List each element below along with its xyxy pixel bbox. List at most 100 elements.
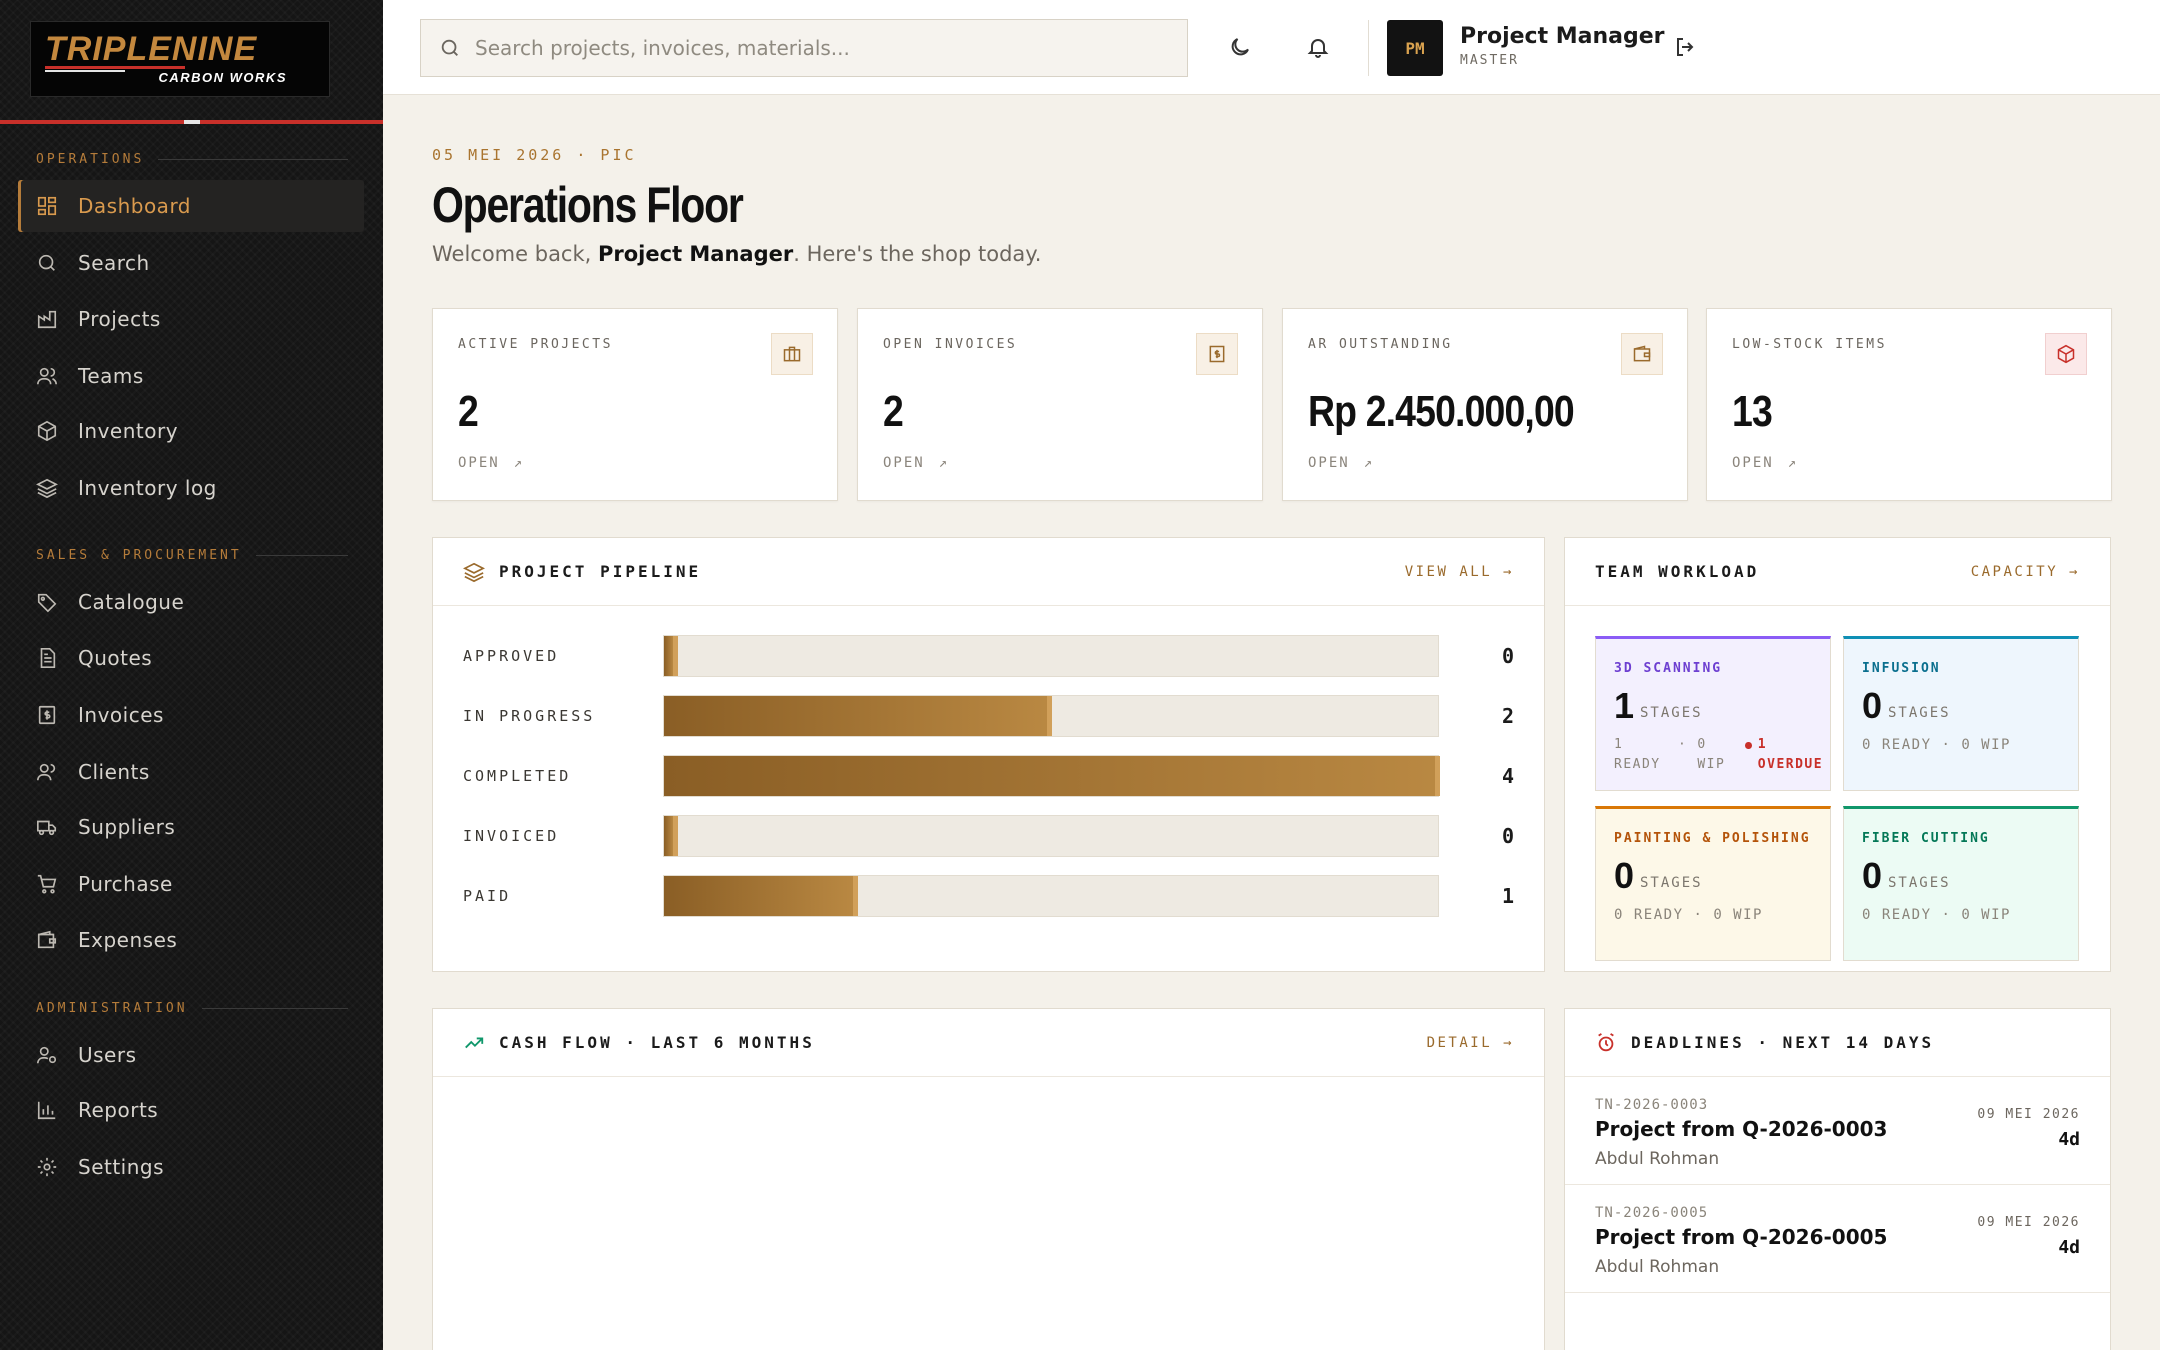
pipeline-row[interactable]: PAID 1 <box>463 875 1514 917</box>
sidebar-item-quotes[interactable]: Quotes <box>18 632 364 684</box>
arrow-up-right-icon: ↗ <box>938 455 950 471</box>
logout-icon <box>1673 35 1697 59</box>
stat-value: Rp 2.450.000,00 <box>1308 387 1575 436</box>
sidebar-item-catalogue[interactable]: Catalogue <box>18 576 364 628</box>
team-stage-count: 0 <box>1614 855 1635 896</box>
panel-header: DEADLINES · NEXT 14 DAYS <box>1565 1009 2110 1077</box>
arrow-up-right-icon: ↗ <box>1787 455 1799 471</box>
logo-stripe <box>45 66 185 69</box>
search-input[interactable] <box>475 36 1155 60</box>
topbar-divider <box>1368 20 1369 76</box>
team-wip: 0 WIP <box>1697 737 1726 772</box>
cash-flow-chart-area <box>433 1077 1544 1350</box>
team-ready: 0 READY <box>1862 907 1932 923</box>
pipeline-row[interactable]: IN PROGRESS 2 <box>463 695 1514 737</box>
stat-card-low-stock[interactable]: LOW-STOCK ITEMS 13 OPEN ↗ <box>1706 308 2112 501</box>
deadline-item[interactable]: TN-2026-0005 Project from Q-2026-0005 Ab… <box>1565 1185 2110 1293</box>
team-stages-label: STAGES <box>1640 705 1703 721</box>
pipeline-row[interactable]: APPROVED 0 <box>463 635 1514 677</box>
sidebar-item-reports[interactable]: Reports <box>18 1084 364 1136</box>
dollar-doc-icon <box>36 704 58 726</box>
team-name: PAINTING & POLISHING <box>1614 831 1811 846</box>
pipeline-bar-track <box>663 755 1440 797</box>
pipeline-bar-track <box>663 695 1439 737</box>
team-overdue-label: 1 OVERDUE <box>1757 737 1824 772</box>
brand-name: TRIPLENINE <box>45 30 258 68</box>
cash-flow-panel: CASH FLOW · LAST 6 MONTHS DETAIL → <box>432 1008 1545 1350</box>
sidebar-item-invoices[interactable]: Invoices <box>18 689 364 741</box>
sidebar-item-label: Inventory log <box>78 476 217 500</box>
bell-icon <box>1306 35 1330 59</box>
team-workload-panel: TEAM WORKLOAD CAPACITY → 3D SCANNING 1 S… <box>1564 537 2111 972</box>
sidebar-item-projects[interactable]: Projects <box>18 293 364 345</box>
deadline-date: 09 MEI 2026 <box>1977 1215 2080 1230</box>
stat-open-link[interactable]: OPEN ↗ <box>458 455 524 471</box>
team-ready: 0 READY <box>1862 737 1932 753</box>
stat-value: 2 <box>883 387 904 436</box>
stat-open-link[interactable]: OPEN ↗ <box>1308 455 1374 471</box>
sidebar-item-label: Dashboard <box>78 194 192 218</box>
section-label-sales: SALES & PROCUREMENT <box>36 548 348 563</box>
team-ready: 1 READY <box>1614 737 1661 772</box>
search-icon <box>36 252 58 274</box>
sidebar-item-label: Quotes <box>78 646 153 670</box>
sidebar-item-expenses[interactable]: Expenses <box>18 914 364 966</box>
team-card-painting-polishing[interactable]: PAINTING & POLISHING 0 STAGES 0 READY · … <box>1595 806 1831 961</box>
sidebar-item-label: Users <box>78 1043 137 1067</box>
stat-value: 13 <box>1732 387 1773 436</box>
pipeline-count: 2 <box>1501 704 1514 728</box>
trending-up-icon <box>463 1032 485 1054</box>
sidebar-item-teams[interactable]: Teams <box>18 350 364 402</box>
stat-card-open-invoices[interactable]: OPEN INVOICES 2 OPEN ↗ <box>857 308 1263 501</box>
sidebar-item-label: Clients <box>78 760 150 784</box>
arrow-up-right-icon: ↗ <box>1363 455 1375 471</box>
sidebar-item-dashboard[interactable]: Dashboard <box>18 180 364 232</box>
pipeline-row[interactable]: INVOICED 0 <box>463 815 1514 857</box>
deadline-item[interactable]: TN-2026-0003 Project from Q-2026-0003 Ab… <box>1565 1077 2110 1185</box>
capacity-link[interactable]: CAPACITY → <box>1971 564 2080 580</box>
sidebar-item-users[interactable]: Users <box>18 1029 364 1081</box>
topbar: PM Project Manager MASTER <box>383 0 2160 95</box>
brand-logo[interactable]: TRIPLENINE CARBON WORKS <box>30 21 330 97</box>
pipeline-count: 1 <box>1501 884 1514 908</box>
team-card-3d-scanning[interactable]: 3D SCANNING 1 STAGES 1 READY · 0 WIP 1 O… <box>1595 636 1831 791</box>
notifications-button[interactable] <box>1301 30 1335 64</box>
search-icon <box>439 37 461 59</box>
sidebar-item-label: Expenses <box>78 928 178 952</box>
team-card-infusion[interactable]: INFUSION 0 STAGES 0 READY · 0 WIP <box>1843 636 2079 791</box>
bar-chart-icon <box>36 1099 58 1121</box>
cart-icon <box>36 873 58 895</box>
team-name: FIBER CUTTING <box>1862 831 1990 846</box>
stat-card-ar-outstanding[interactable]: AR OUTSTANDING Rp 2.450.000,00 OPEN ↗ <box>1282 308 1688 501</box>
stat-label: LOW-STOCK ITEMS <box>1732 337 1887 352</box>
stat-card-active-projects[interactable]: ACTIVE PROJECTS 2 OPEN ↗ <box>432 308 838 501</box>
avatar[interactable]: PM <box>1387 20 1443 76</box>
sidebar-item-settings[interactable]: Settings <box>18 1141 364 1193</box>
detail-link[interactable]: DETAIL → <box>1427 1035 1514 1051</box>
theme-toggle-button[interactable] <box>1223 30 1257 64</box>
sidebar-item-search[interactable]: Search <box>18 237 364 289</box>
deadline-date: 09 MEI 2026 <box>1977 1107 2080 1122</box>
stat-open-link[interactable]: OPEN ↗ <box>1732 455 1798 471</box>
stat-open-link[interactable]: OPEN ↗ <box>883 455 949 471</box>
briefcase-icon <box>771 333 813 375</box>
stat-link-label: OPEN <box>883 455 925 471</box>
sidebar-item-inventory-log[interactable]: Inventory log <box>18 462 364 514</box>
view-all-link[interactable]: VIEW ALL → <box>1405 564 1514 580</box>
sidebar-item-clients[interactable]: Clients <box>18 746 364 798</box>
team-card-fiber-cutting[interactable]: FIBER CUTTING 0 STAGES 0 READY · 0 WIP <box>1843 806 2079 961</box>
sidebar-item-purchase[interactable]: Purchase <box>18 858 364 910</box>
team-stage-count: 0 <box>1862 855 1883 896</box>
deadline-days-left: 4d <box>2058 1237 2080 1258</box>
team-name: INFUSION <box>1862 661 1941 676</box>
panel-title: TEAM WORKLOAD <box>1595 562 1760 581</box>
sidebar-item-inventory[interactable]: Inventory <box>18 405 364 457</box>
team-meta: 0 READY · 0 WIP <box>1614 907 1763 923</box>
logout-button[interactable] <box>1668 30 1702 64</box>
pipeline-stage-label: PAID <box>463 887 512 905</box>
users-icon <box>36 365 58 387</box>
sidebar-item-suppliers[interactable]: Suppliers <box>18 801 364 853</box>
search-bar[interactable] <box>420 19 1188 77</box>
deadline-title: Project from Q-2026-0003 <box>1595 1117 1888 1141</box>
pipeline-row[interactable]: COMPLETED 4 <box>463 755 1514 797</box>
